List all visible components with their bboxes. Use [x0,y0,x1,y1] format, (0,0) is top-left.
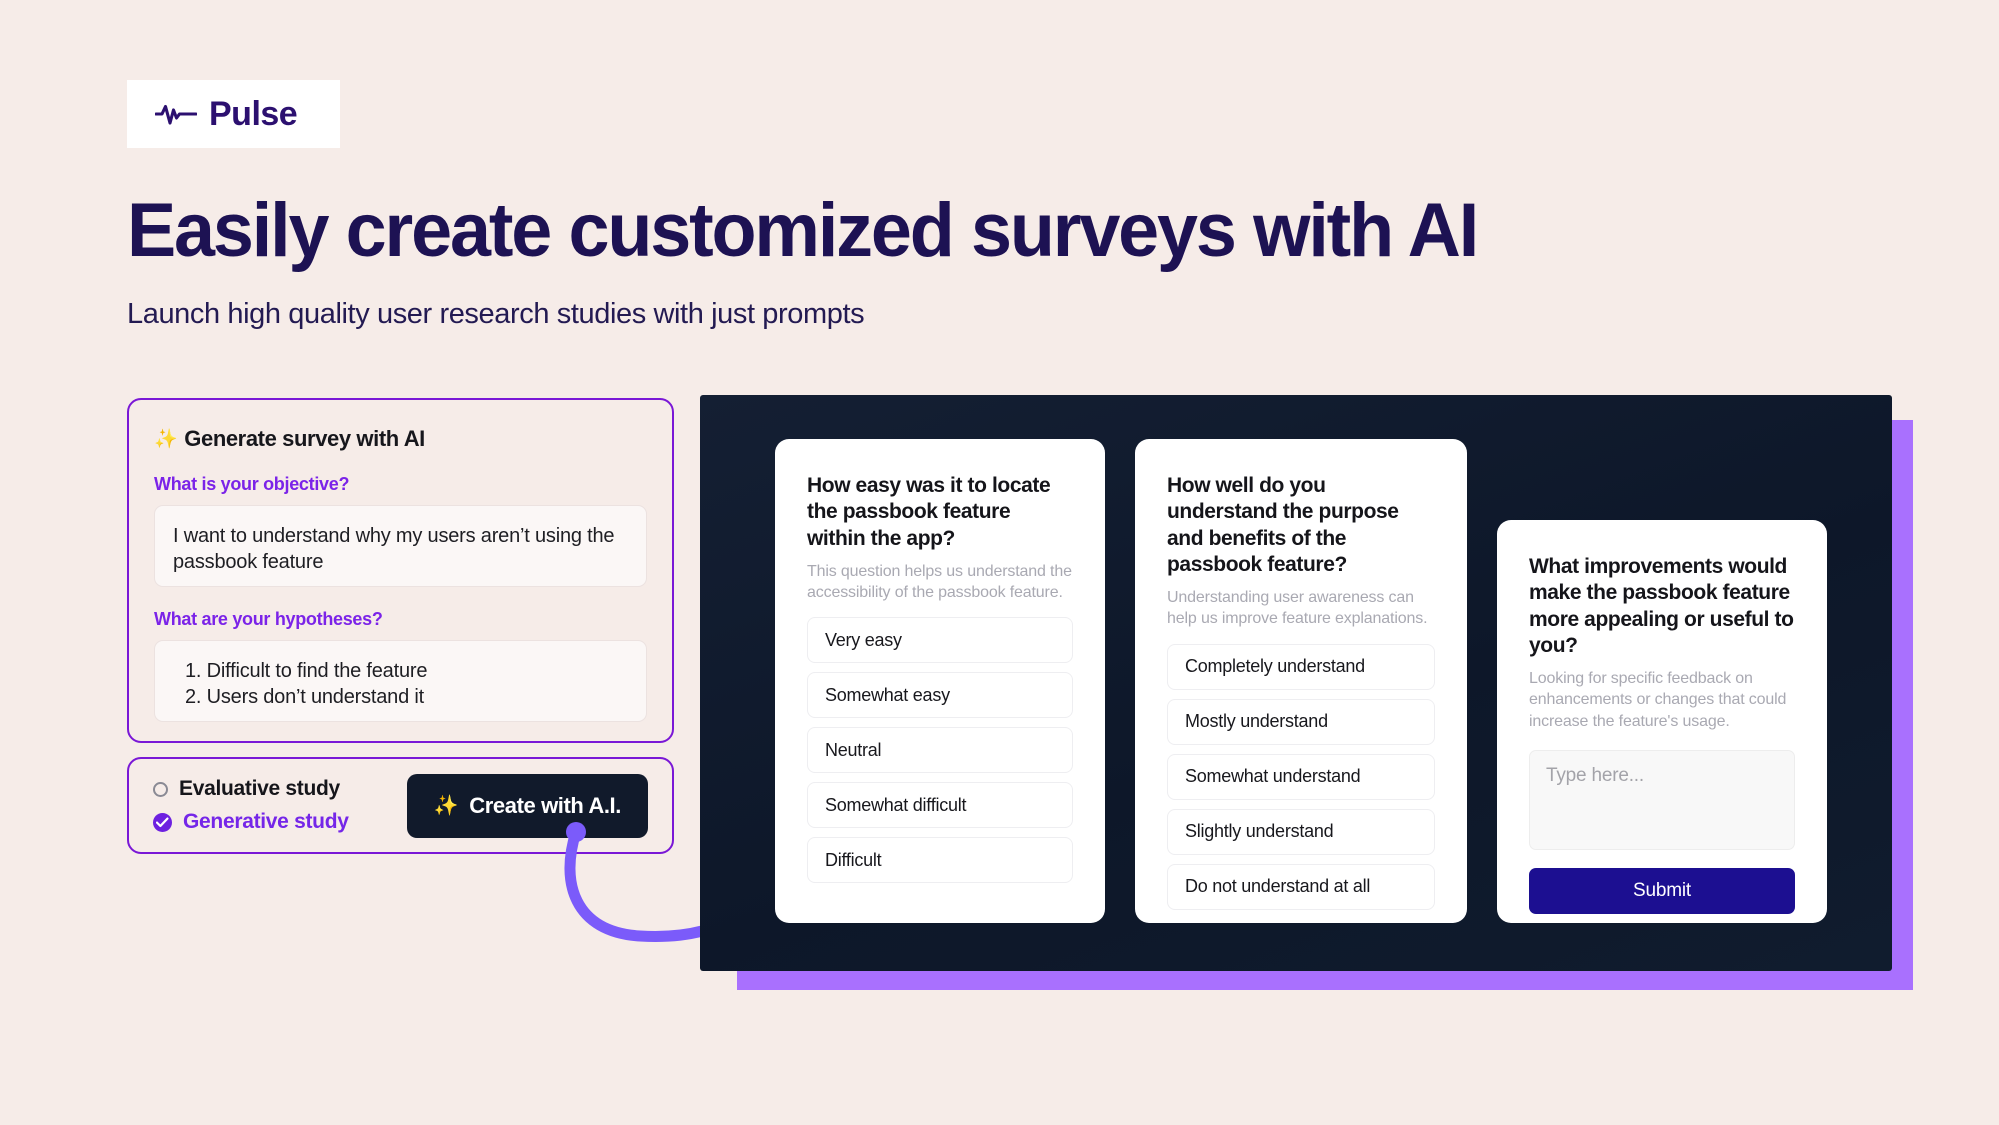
answer-option[interactable]: Neutral [807,727,1073,774]
radio-label-generative: Generative study [183,810,349,833]
generate-survey-panel: ✨ Generate survey with AI What is your o… [127,398,674,743]
radio-label-evaluative: Evaluative study [179,777,340,800]
generate-survey-heading: ✨ Generate survey with AI [154,426,647,452]
survey-question-card: How easy was it to locate the passbook f… [775,439,1105,923]
sparkles-icon: ✨ [154,428,178,450]
answer-option[interactable]: Difficult [807,837,1073,884]
brand-logo: Pulse [127,80,340,148]
answer-option[interactable]: Very easy [807,617,1073,664]
survey-question-card: What improvements would make the passboo… [1497,520,1827,923]
answer-option[interactable]: Somewhat easy [807,672,1073,719]
create-with-ai-button[interactable]: ✨ Create with A.I. [406,773,648,838]
generate-survey-heading-text: Generate survey with AI [184,426,425,451]
check-icon [156,817,169,827]
free-text-answer-input[interactable]: Type here... [1529,749,1795,850]
answer-option[interactable]: Completely understand [1167,643,1435,690]
submit-button[interactable]: Submit [1529,867,1795,914]
question-title: What improvements would make the passboo… [1529,555,1794,657]
answer-option[interactable]: Somewhat difficult [807,782,1073,829]
study-type-panel: Evaluative study Generative study ✨ Crea… [127,757,674,854]
question-title: How well do you understand the purpose a… [1167,474,1399,576]
pulse-waveform-icon [155,104,197,125]
question-description: Looking for specific feedback on enhance… [1529,670,1787,730]
answer-option[interactable]: Slightly understand [1167,808,1435,855]
answer-option-list: Completely understand Mostly understand … [1167,643,1435,910]
question-description: Understanding user awareness can help us… [1167,589,1428,628]
hypotheses-label: What are your hypotheses? [154,609,383,629]
page-title: Easily create customized surveys with AI [127,188,1479,273]
answer-option[interactable]: Do not understand at all [1167,863,1435,910]
radio-unchecked-icon [153,781,168,797]
sparkles-icon: ✨ [433,794,459,817]
radio-option-evaluative-study[interactable]: Evaluative study [153,777,349,801]
answer-option[interactable]: Mostly understand [1167,698,1435,745]
radio-option-generative-study[interactable]: Generative study [153,810,349,834]
page-subtitle: Launch high quality user research studie… [127,298,865,330]
hypothesis-item: 1. Difficult to find the feature [185,660,428,682]
question-title: How easy was it to locate the passbook f… [807,474,1051,550]
brand-name: Pulse [209,95,298,133]
answer-option-list: Very easy Somewhat easy Neutral Somewhat… [807,617,1073,884]
question-description: This question helps us understand the ac… [807,562,1072,602]
create-with-ai-label: Create with A.I. [469,792,621,818]
hypotheses-input[interactable]: 1. Difficult to find the feature 2. User… [154,640,647,722]
objective-input[interactable]: I want to understand why my users aren’t… [154,505,647,587]
radio-checked-icon [153,812,172,832]
study-type-radio-group: Evaluative study Generative study [153,777,349,834]
survey-question-card: How well do you understand the purpose a… [1135,439,1467,923]
answer-option[interactable]: Somewhat understand [1167,753,1435,800]
hypothesis-item: 2. Users don’t understand it [185,686,424,709]
objective-label: What is your objective? [154,474,350,494]
survey-preview-panel: How easy was it to locate the passbook f… [700,395,1892,971]
